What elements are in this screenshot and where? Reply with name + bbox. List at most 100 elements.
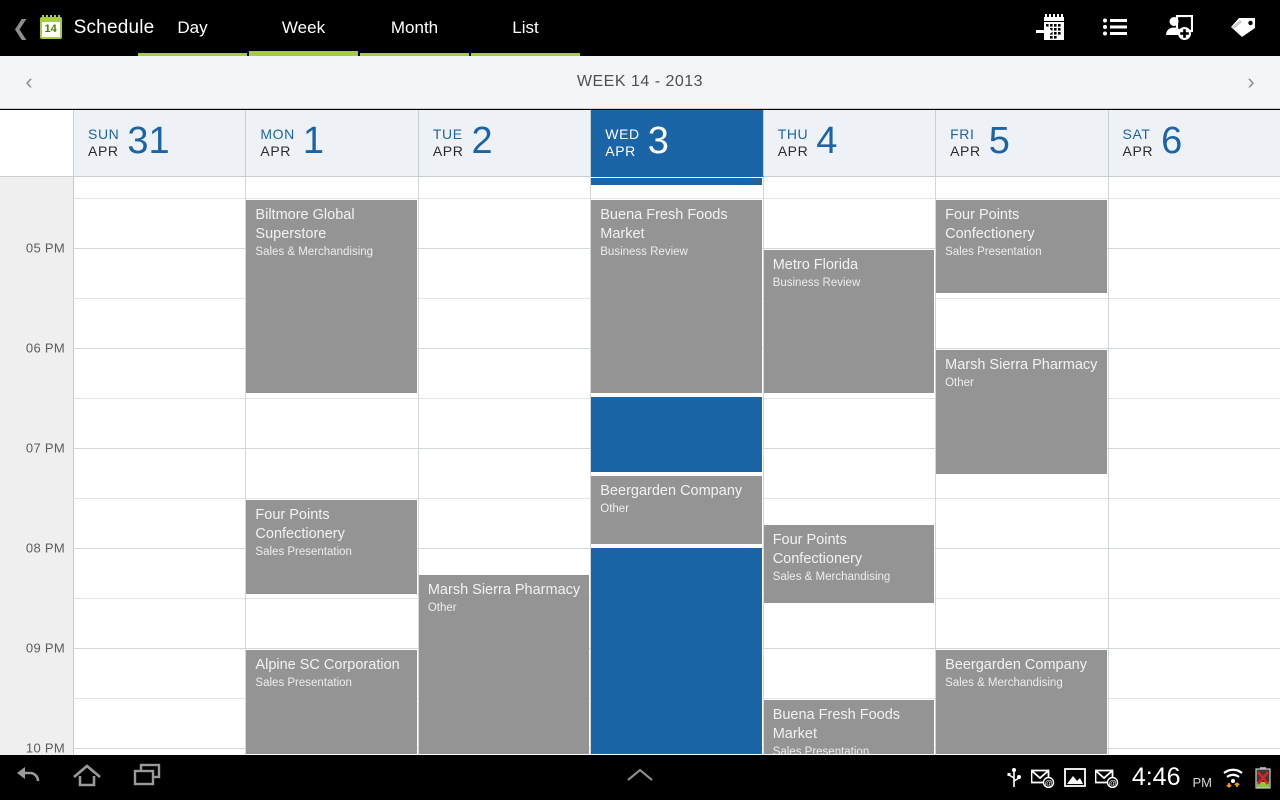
day-header-number: 31	[127, 120, 170, 162]
calendar-event[interactable]: Beergarden Company Other	[591, 475, 762, 545]
status-tray[interactable]: @ @ 4:46 PM	[1006, 755, 1272, 800]
calendar-event[interactable]: Biltmore Global Superstore Sales & Mercha…	[246, 199, 417, 394]
day-header-number: 4	[816, 120, 838, 162]
previous-week-button[interactable]: ‹	[2, 71, 56, 93]
day-header-fri[interactable]: FRI APR 5	[936, 110, 1109, 177]
calendar-event[interactable]: Four Points Confectionery Sales & Merchan…	[763, 524, 935, 604]
week-title: WEEK 14 - 2013	[576, 73, 704, 90]
day-header-text: SAT APR	[1123, 126, 1154, 161]
grid-line	[763, 648, 936, 649]
day-columns: Biltmore Global Superstore Sales & Mercha…	[74, 177, 1280, 755]
day-header-sat[interactable]: SAT APR 6	[1108, 110, 1280, 177]
day-header-month: APR	[777, 143, 809, 159]
day-header-number: 6	[1161, 120, 1183, 162]
app-identity[interactable]: ❮ 14 Schedule	[0, 0, 154, 56]
day-header-gutter-spacer	[0, 110, 74, 177]
tab-day[interactable]: Day	[137, 0, 248, 56]
event-title: Alpine SC Corporation	[255, 657, 400, 673]
grid-line	[418, 398, 591, 399]
day-header-thu[interactable]: THU APR 4	[763, 110, 937, 177]
day-header-month: APR	[432, 143, 464, 159]
day-header-wed-selected[interactable]: WED APR 3	[591, 110, 764, 177]
week-grid[interactable]: 05 PM 06 PM 07 PM 08 PM 09 PM 10 PM Biltmore …	[0, 177, 1280, 755]
selected-time-slot[interactable]	[591, 396, 762, 473]
tag-edit-icon[interactable]	[1226, 11, 1260, 45]
selected-time-slot[interactable]	[591, 547, 762, 755]
day-header-number: 5	[988, 120, 1010, 162]
event-title: Biltmore Global Superstore	[255, 207, 355, 242]
day-header-month: APR	[1122, 143, 1154, 159]
grid-line	[74, 548, 246, 549]
grid-line	[418, 548, 591, 549]
time-label: 07 PM	[25, 440, 65, 456]
day-header-dow: THU	[777, 125, 809, 142]
event-title: Marsh Sierra Pharmacy	[427, 582, 581, 598]
action-bar: ❮ 14 Schedule Day Week Month List	[0, 0, 1280, 56]
expand-chevron-up-icon[interactable]	[622, 767, 658, 788]
day-header-mon[interactable]: MON APR 1	[246, 110, 419, 177]
day-column-sun[interactable]	[74, 177, 247, 755]
day-header-sun[interactable]: SUN APR 31	[74, 110, 247, 177]
event-subtitle: Sales Presentation	[772, 746, 870, 755]
event-subtitle: Sales Presentation	[255, 546, 352, 558]
list-view-icon[interactable]	[1098, 11, 1132, 45]
back-chevron-icon[interactable]: ❮	[12, 18, 32, 39]
tab-list-label: List	[512, 18, 539, 37]
wifi-icon	[1221, 766, 1245, 790]
tab-month[interactable]: Month	[359, 0, 470, 56]
event-subtitle: Business Review	[600, 246, 688, 258]
calendar-event[interactable]: Buena Fresh Foods Market Business Review	[591, 199, 762, 394]
next-week-button[interactable]: ›	[1224, 71, 1278, 93]
battery-error-icon	[1254, 766, 1272, 790]
grid-line	[418, 198, 591, 199]
tab-list[interactable]: List	[470, 0, 581, 56]
day-column-thu[interactable]: Metro Florida Business Review Four Points …	[763, 177, 937, 755]
day-column-sat[interactable]	[1108, 177, 1280, 755]
calendar-event[interactable]: Marsh Sierra Pharmacy Other	[936, 349, 1107, 475]
selected-time-slot[interactable]	[591, 177, 762, 186]
calendar-event[interactable]: Alpine SC Corporation Sales Presentation	[246, 649, 417, 755]
svg-text:@: @	[1044, 779, 1052, 788]
event-title: Beergarden Company	[600, 483, 743, 499]
calendar-event[interactable]: Four Points Confectionery Sales Presentat…	[246, 499, 417, 595]
calendar-event[interactable]: Four Points Confectionery Sales Presentat…	[936, 199, 1107, 294]
day-header-text: WED APR	[605, 126, 639, 161]
tab-week[interactable]: Week	[248, 0, 359, 56]
clock-ampm: PM	[1192, 775, 1213, 790]
day-header-row: SUN APR 31 MON APR 1 TUE APR 2 WED APR 3	[0, 110, 1280, 177]
grid-line	[1108, 448, 1280, 449]
tablet-screen: ❮ 14 Schedule Day Week Month List ‹ WEEK…	[0, 0, 1280, 800]
day-header-month: APR	[605, 143, 636, 159]
calendar-event[interactable]: Metro Florida Business Review	[763, 249, 935, 394]
grid-line	[763, 448, 936, 449]
grid-line	[763, 198, 936, 199]
day-header-number: 3	[647, 120, 669, 162]
calendar-jump-icon[interactable]	[1034, 11, 1068, 45]
day-header-dow: MON	[260, 125, 295, 142]
grid-line	[246, 598, 418, 599]
add-contact-icon[interactable]	[1162, 11, 1196, 45]
day-column-wed[interactable]: Buena Fresh Foods Market Business Review B…	[591, 177, 764, 755]
day-header-number: 2	[471, 120, 493, 162]
grid-line	[418, 448, 591, 449]
grid-line	[1108, 698, 1280, 699]
calendar-event[interactable]: Beergarden Company Sales & Merchandising	[936, 649, 1107, 755]
day-header-dow: WED	[605, 125, 640, 142]
event-subtitle: Sales Presentation	[255, 677, 352, 689]
grid-line	[246, 398, 418, 399]
day-header-text: FRI APR	[950, 126, 981, 161]
calendar-event[interactable]: Marsh Sierra Pharmacy Other	[418, 574, 590, 755]
schedule-app-logo-icon: 14	[39, 15, 62, 39]
grid-line	[418, 498, 591, 499]
day-header-month: APR	[950, 143, 981, 159]
day-header-tue[interactable]: TUE APR 2	[418, 110, 592, 177]
event-title: Four Points Confectionery	[772, 532, 863, 567]
day-column-mon[interactable]: Biltmore Global Superstore Sales & Mercha…	[246, 177, 419, 755]
calendar-event[interactable]: Buena Fresh Foods Market Sales Presentati…	[763, 699, 935, 755]
view-tabs: Day Week Month List	[137, 0, 581, 56]
grid-line	[936, 548, 1108, 549]
time-label: 06 PM	[25, 340, 65, 356]
week-navigation-bar: ‹ WEEK 14 - 2013 ›	[0, 56, 1280, 109]
day-column-tue[interactable]: Marsh Sierra Pharmacy Other	[418, 177, 592, 755]
day-column-fri[interactable]: Four Points Confectionery Sales Presentat…	[936, 177, 1109, 755]
